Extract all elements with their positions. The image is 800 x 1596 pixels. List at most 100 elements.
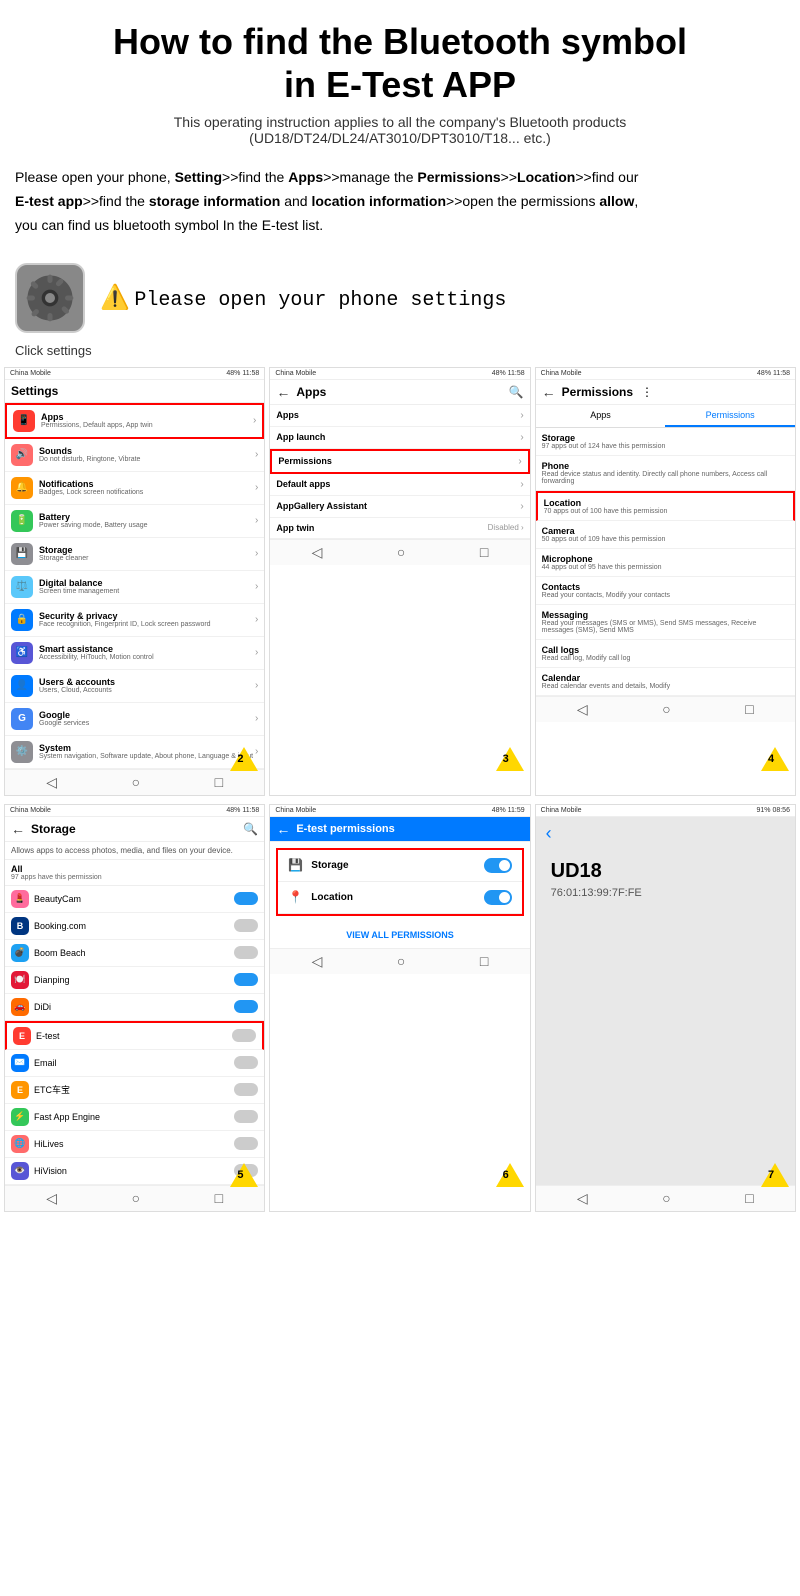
dianping-icon: 🍽️ (11, 971, 29, 989)
app-email[interactable]: ✉️ Email (5, 1050, 264, 1077)
back-nav-icon[interactable]: ◁ (312, 953, 323, 970)
settings-sounds-item: 🔊 Sounds Do not disturb, Ringtone, Vibra… (5, 439, 264, 472)
app-fast[interactable]: ⚡ Fast App Engine (5, 1104, 264, 1131)
permissions-item[interactable]: Permissions › (270, 449, 529, 474)
settings-smart-assist-item: ♿ Smart assistance Accessibility, HiTouc… (5, 637, 264, 670)
perm-contacts[interactable]: Contacts Read your contacts, Modify your… (536, 577, 795, 605)
screen6-back-icon[interactable]: ‹ (546, 823, 552, 843)
recent-nav-icon[interactable]: □ (215, 774, 223, 791)
screen5-title: E-test permissions (296, 823, 394, 835)
didi-toggle[interactable] (234, 1000, 258, 1013)
home-nav-icon[interactable]: ○ (132, 774, 140, 791)
screen4-back-icon[interactable]: ← (11, 821, 25, 837)
screen5-nav: ◁ ○ □ (270, 948, 529, 974)
email-toggle[interactable] (234, 1056, 258, 1069)
back-nav-icon[interactable]: ◁ (577, 701, 588, 718)
recent-nav-icon[interactable]: □ (215, 1190, 223, 1207)
screen3-more-icon[interactable]: ⋮ (641, 385, 653, 399)
view-all-link[interactable]: VIEW ALL PERMISSIONS (270, 922, 529, 948)
storage-perm-row[interactable]: 💾 Storage (278, 850, 521, 882)
screen2-back-icon[interactable]: ← (276, 384, 290, 400)
step7-badge (761, 1163, 789, 1189)
default-apps-item[interactable]: Default apps › (270, 474, 529, 496)
app-hivision[interactable]: 👁️ HiVision (5, 1158, 264, 1185)
screen6-header: ‹ (536, 817, 795, 850)
beautycam-toggle[interactable] (234, 892, 258, 905)
app-dianping[interactable]: 🍽️ Dianping (5, 967, 264, 994)
app-didi[interactable]: 🚗 DiDi (5, 994, 264, 1021)
tab-permissions[interactable]: Permissions (665, 405, 795, 427)
perm-location[interactable]: Location 70 apps out of 100 have this pe… (536, 491, 795, 521)
recent-nav-icon[interactable]: □ (745, 1190, 753, 1207)
app-booking[interactable]: B Booking.com (5, 913, 264, 940)
perm-messaging[interactable]: Messaging Read your messages (SMS or MMS… (536, 605, 795, 640)
location-perm-row[interactable]: 📍 Location (278, 882, 521, 914)
perm-storage[interactable]: Storage 97 apps out of 124 have this per… (536, 428, 795, 456)
fast-toggle[interactable] (234, 1110, 258, 1123)
location-perm-icon: 📍 (288, 890, 303, 904)
home-nav-icon[interactable]: ○ (662, 701, 670, 718)
app-twin-item: App twin Disabled › (270, 518, 529, 539)
app-etest[interactable]: E E-test (5, 1021, 264, 1050)
screen1: China Mobile48% 11:58 Settings 📱 Apps Pe… (4, 367, 265, 796)
home-nav-icon[interactable]: ○ (397, 544, 405, 561)
screen4-header: ← Storage 🔍 (5, 817, 264, 842)
etc-toggle[interactable] (234, 1083, 258, 1096)
back-nav-icon[interactable]: ◁ (46, 774, 57, 791)
screen6: China Mobile91% 08:56 ‹ UD18 76:01:13:99… (535, 804, 796, 1212)
back-nav-icon[interactable]: ◁ (577, 1190, 588, 1207)
screen3-back-icon[interactable]: ← (542, 384, 556, 400)
fast-icon: ⚡ (11, 1108, 29, 1126)
screen2-search-icon[interactable]: 🔍 (509, 385, 524, 399)
screen5-status: China Mobile48% 11:59 (270, 805, 529, 817)
booking-toggle[interactable] (234, 919, 258, 932)
screen3-title: Permissions (562, 385, 633, 399)
perm-calendar[interactable]: Calendar Read calendar events and detail… (536, 668, 795, 696)
home-nav-icon[interactable]: ○ (397, 953, 405, 970)
permissions-tabs: Apps Permissions (536, 405, 795, 428)
screen5: China Mobile48% 11:59 ← E-test permissio… (269, 804, 530, 1212)
appgallery-item[interactable]: AppGallery Assistant › (270, 496, 529, 518)
tab-apps[interactable]: Apps (536, 405, 666, 427)
storage-perm-toggle[interactable] (484, 858, 512, 873)
step0-header: ⚠️ Please open your phone settings (0, 248, 800, 338)
home-nav-icon[interactable]: ○ (132, 1190, 140, 1207)
hilives-icon: 🌐 (11, 1135, 29, 1153)
perm-microphone[interactable]: Microphone 44 apps out of 95 have this p… (536, 549, 795, 577)
screen2-status: China Mobile48% 11:58 (270, 368, 529, 380)
apps-item[interactable]: Apps › (270, 405, 529, 427)
perm-calllogs[interactable]: Call logs Read call log, Modify call log (536, 640, 795, 668)
settings-storage-item: 💾 Storage Storage cleaner › (5, 538, 264, 571)
location-perm-toggle[interactable] (484, 890, 512, 905)
app-etc[interactable]: E ETC车宝 (5, 1077, 264, 1104)
settings-users-item: 👤 Users & accounts Users, Cloud, Account… (5, 670, 264, 703)
screen4-search-icon[interactable]: 🔍 (243, 822, 258, 836)
etest-toggle[interactable] (232, 1029, 256, 1042)
storage-desc: Allows apps to access photos, media, and… (5, 842, 264, 860)
settings-apps-item[interactable]: 📱 Apps Permissions, Default apps, App tw… (5, 403, 264, 439)
system-icon: ⚙️ (11, 741, 33, 763)
app-boom-beach[interactable]: 💣 Boom Beach (5, 940, 264, 967)
hilives-toggle[interactable] (234, 1137, 258, 1150)
app-launch-item[interactable]: App launch › (270, 427, 529, 449)
security-icon: 🔒 (11, 609, 33, 631)
boom-beach-toggle[interactable] (234, 946, 258, 959)
screen4-title: Storage (31, 822, 76, 836)
apps-icon: 📱 (13, 410, 35, 432)
recent-nav-icon[interactable]: □ (480, 544, 488, 561)
app-beautycam[interactable]: 💄 BeautyCam (5, 886, 264, 913)
storage-icon: 💾 (11, 543, 33, 565)
recent-nav-icon[interactable]: □ (480, 953, 488, 970)
dianping-toggle[interactable] (234, 973, 258, 986)
settings-security-item: 🔒 Security & privacy Face recognition, F… (5, 604, 264, 637)
back-nav-icon[interactable]: ◁ (46, 1190, 57, 1207)
recent-nav-icon[interactable]: □ (745, 701, 753, 718)
screen5-back-icon[interactable]: ← (276, 821, 290, 837)
home-nav-icon[interactable]: ○ (662, 1190, 670, 1207)
digital-balance-icon: ⚖️ (11, 576, 33, 598)
back-nav-icon[interactable]: ◁ (312, 544, 323, 561)
main-title: How to find the Bluetooth symbol in E-Te… (10, 20, 790, 106)
app-hilives[interactable]: 🌐 HiLives (5, 1131, 264, 1158)
perm-phone[interactable]: Phone Read device status and identity. D… (536, 456, 795, 491)
perm-camera[interactable]: Camera 50 apps out of 109 have this perm… (536, 521, 795, 549)
